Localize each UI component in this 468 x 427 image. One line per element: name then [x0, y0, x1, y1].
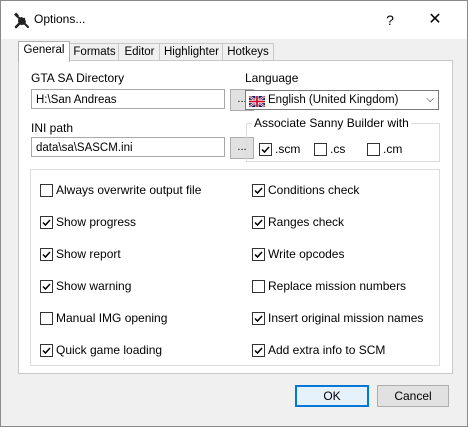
- add-extra-info-checkbox[interactable]: [252, 344, 265, 357]
- associate-cs-checkbox[interactable]: [314, 143, 327, 156]
- tab-general[interactable]: General: [18, 41, 70, 62]
- show-warning-checkbox[interactable]: [40, 280, 53, 293]
- associate-cm-label: .cm: [383, 142, 403, 156]
- show-progress-checkbox[interactable]: [40, 216, 53, 229]
- window-title: Options...: [34, 12, 86, 26]
- associate-scm-label: .scm: [275, 142, 301, 156]
- show-report-checkbox[interactable]: [40, 248, 53, 261]
- associate-group: Associate Sanny Builder with .scm .cs .c…: [246, 116, 440, 162]
- show-progress-label: Show progress: [56, 215, 137, 229]
- replace-mission-numbers-label: Replace mission numbers: [268, 279, 407, 293]
- write-opcodes-checkbox[interactable]: [252, 248, 265, 261]
- options-group: Always overwrite output file Show progre…: [30, 169, 440, 366]
- language-select[interactable]: English (United Kingdom) ⌵: [245, 90, 439, 110]
- show-warning-label: Show warning: [56, 279, 132, 293]
- tab-editor[interactable]: Editor: [118, 43, 161, 61]
- insert-mission-names-checkbox[interactable]: [252, 312, 265, 325]
- language-value: English (United Kingdom): [268, 94, 399, 106]
- ranges-check-label: Ranges check: [268, 215, 345, 229]
- associate-cm-checkbox[interactable]: [367, 143, 380, 156]
- gta-dir-input[interactable]: H:\San Andreas: [31, 89, 225, 109]
- associate-title: Associate Sanny Builder with: [252, 116, 411, 130]
- tab-highlighter[interactable]: Highlighter: [159, 43, 224, 61]
- insert-mission-names-label: Insert original mission names: [268, 311, 424, 325]
- title-bar[interactable]: Options... ? ✕: [1, 1, 467, 39]
- tab-formats[interactable]: Formats: [69, 43, 120, 61]
- ok-button[interactable]: OK: [295, 385, 369, 407]
- conditions-check-label: Conditions check: [268, 183, 360, 197]
- show-report-label: Show report: [56, 247, 121, 261]
- manual-img-label: Manual IMG opening: [56, 311, 168, 325]
- uk-flag-icon: [248, 95, 266, 108]
- close-button[interactable]: ✕: [417, 7, 453, 33]
- ranges-check-checkbox[interactable]: [252, 216, 265, 229]
- always-overwrite-label: Always overwrite output file: [56, 183, 202, 197]
- conditions-check-checkbox[interactable]: [252, 184, 265, 197]
- language-label: Language: [245, 71, 299, 85]
- ini-path-label: INI path: [31, 121, 74, 135]
- quick-loading-checkbox[interactable]: [40, 344, 53, 357]
- write-opcodes-label: Write opcodes: [268, 247, 345, 261]
- gta-dir-label: GTA SA Directory: [31, 71, 125, 85]
- add-extra-info-label: Add extra info to SCM: [268, 343, 386, 357]
- chevron-down-icon: ⌵: [426, 94, 434, 105]
- cancel-button[interactable]: Cancel: [377, 385, 449, 407]
- quick-loading-label: Quick game loading: [56, 343, 163, 357]
- tab-hotkeys[interactable]: Hotkeys: [222, 43, 274, 61]
- ini-path-input[interactable]: data\sa\SASCM.ini: [31, 137, 225, 157]
- manual-img-checkbox[interactable]: [40, 312, 53, 325]
- general-panel: GTA SA Directory H:\San Andreas ... INI …: [18, 60, 453, 374]
- tools-icon: [13, 12, 31, 30]
- always-overwrite-checkbox[interactable]: [40, 184, 53, 197]
- replace-mission-numbers-checkbox[interactable]: [252, 280, 265, 293]
- associate-cs-label: .cs: [330, 142, 346, 156]
- help-button[interactable]: ?: [373, 7, 407, 33]
- options-dialog: Options... ? ✕ General Formats Editor Hi…: [0, 0, 468, 427]
- associate-scm-checkbox[interactable]: [259, 143, 272, 156]
